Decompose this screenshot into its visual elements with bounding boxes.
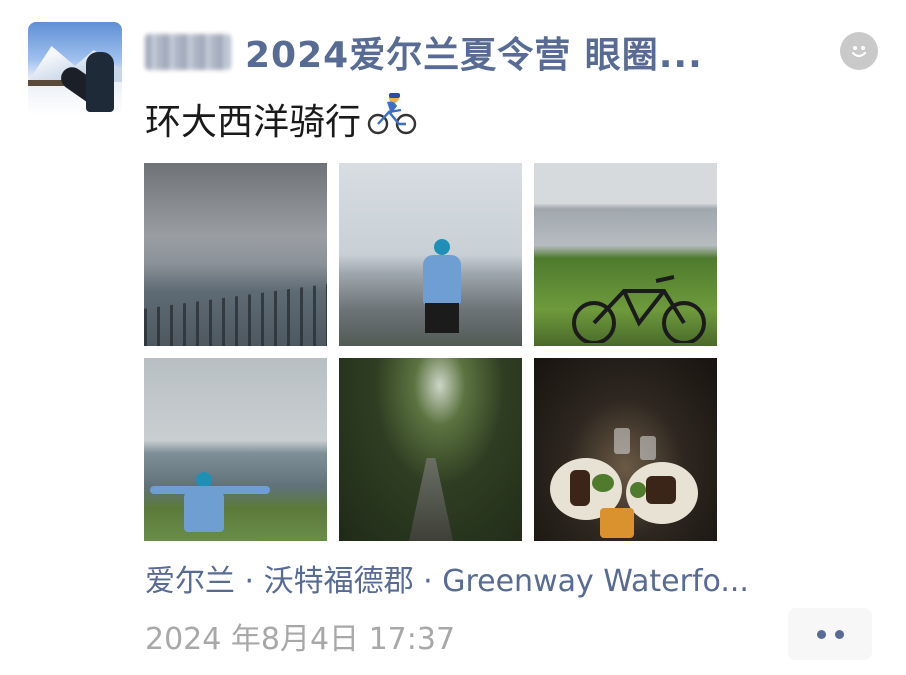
blurred-name — [145, 34, 231, 70]
cyclist-figure — [423, 239, 461, 305]
bicycle-shape — [572, 275, 706, 343]
steak — [570, 470, 590, 506]
glass — [614, 428, 630, 454]
dot — [816, 629, 826, 639]
bicyclist-icon — [367, 92, 417, 145]
photo-bicycle-on-grass[interactable] — [534, 163, 717, 346]
steak — [646, 476, 676, 504]
avatar-person — [86, 52, 114, 112]
avatar[interactable] — [28, 22, 122, 116]
post-text: 环大西洋骑行 — [145, 101, 362, 143]
photo-dinner-steak-plates[interactable] — [534, 358, 717, 541]
photo-forest-greenway-path[interactable] — [339, 358, 522, 541]
photo-seaside-railing[interactable] — [144, 163, 327, 346]
photo-cyclist-by-sea[interactable] — [339, 163, 522, 346]
fries — [600, 508, 634, 538]
cyclist-figure-arms — [184, 472, 224, 532]
arms — [150, 486, 270, 494]
photo-cyclist-arms-open[interactable] — [144, 358, 327, 541]
railing — [144, 284, 327, 346]
glass — [640, 436, 656, 460]
more-dots-icon[interactable] — [788, 608, 872, 660]
location-link[interactable]: 爱尔兰 · 沃特福德郡 · Greenway Waterfo... — [145, 556, 749, 600]
salad — [592, 474, 614, 492]
post-timestamp: 2024 年8月4日 17:37 — [145, 622, 456, 657]
author-name[interactable]: 2024爱尔兰夏令营 眼圈... — [245, 26, 703, 78]
post-text-row: 环大西洋骑行 — [145, 92, 417, 145]
shorts — [425, 303, 459, 333]
salad — [630, 482, 646, 498]
smile-icon[interactable] — [840, 32, 878, 70]
dot — [834, 629, 844, 639]
author-row: 2024爱尔兰夏令营 眼圈... — [145, 26, 703, 78]
forest-path — [409, 458, 453, 541]
